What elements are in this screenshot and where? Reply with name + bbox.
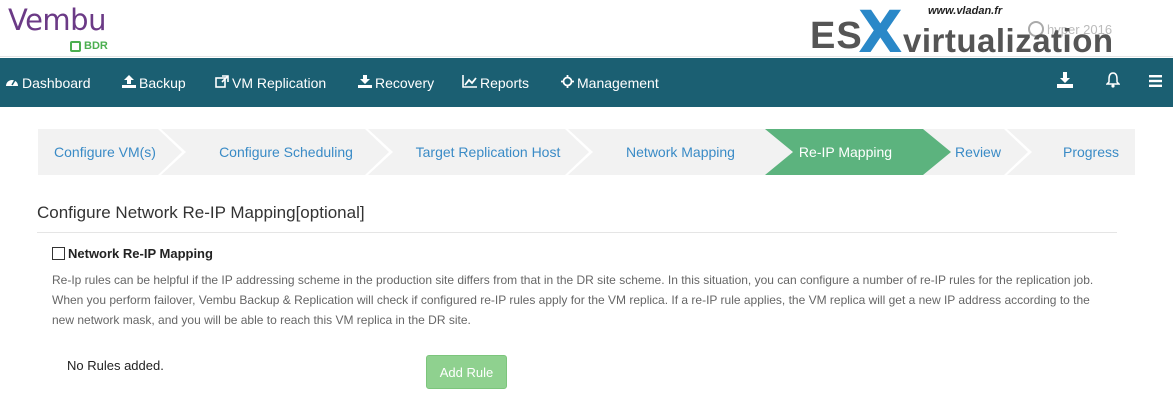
- management-icon: [561, 74, 574, 91]
- nav-dashboard[interactable]: Dashboard: [5, 58, 91, 107]
- replication-icon: [215, 74, 229, 91]
- nav-backup[interactable]: Backup: [122, 58, 186, 107]
- chart-icon: [462, 74, 477, 91]
- re-ip-description: Re-Ip rules can be helpful if the IP add…: [52, 273, 1094, 327]
- nav-vm-replication[interactable]: VM Replication: [215, 58, 326, 107]
- nav-label: Backup: [139, 74, 186, 91]
- nav-label: Dashboard: [22, 74, 91, 91]
- watermark-url: www.vladan.fr: [928, 5, 1003, 17]
- step-re-ip-mapping[interactable]: Re-IP Mapping: [778, 129, 913, 175]
- watermark-x: X: [858, 0, 903, 66]
- menu-icon[interactable]: [1149, 74, 1162, 92]
- checkbox-label: Network Re-IP Mapping: [68, 246, 213, 261]
- nav-label: VM Replication: [232, 74, 327, 91]
- nav-management[interactable]: Management: [561, 58, 659, 107]
- step-progress[interactable]: Progress: [1033, 129, 1149, 175]
- upload-icon: [122, 74, 136, 91]
- step-review[interactable]: Review: [933, 129, 1023, 175]
- main-nav: Dashboard Backup VM Replication Recovery…: [0, 58, 1173, 107]
- download-icon: [358, 74, 372, 91]
- bell-icon[interactable]: [1105, 72, 1121, 93]
- no-rules-message: No Rules added.: [67, 358, 164, 373]
- vembu-logo[interactable]: Vembu BDR: [8, 3, 108, 52]
- watermark-virtualization: virtualization: [903, 22, 1114, 59]
- step-network-mapping[interactable]: Network Mapping: [593, 129, 768, 175]
- download-icon[interactable]: [1057, 72, 1073, 93]
- step-target-replication-host[interactable]: Target Replication Host: [393, 129, 583, 175]
- watermark-es: ES: [810, 15, 863, 57]
- logo-name: Vembu: [8, 3, 106, 37]
- nav-label: Management: [577, 74, 659, 91]
- app-header: Vembu BDR hyper 2016 www.vladan.fr ES X …: [0, 0, 1173, 66]
- wizard-steps: Configure VM(s) Configure Scheduling Tar…: [38, 129, 1135, 175]
- re-ip-mapping-option[interactable]: Network Re-IP Mapping: [52, 246, 213, 261]
- section-title: Configure Network Re-IP Mapping[optional…: [37, 203, 365, 222]
- nav-label: Recovery: [375, 74, 435, 91]
- nav-label: Reports: [480, 74, 530, 91]
- step-configure-vms[interactable]: Configure VM(s): [38, 129, 172, 175]
- re-ip-mapping-checkbox[interactable]: [52, 247, 65, 260]
- esx-watermark: hyper 2016 www.vladan.fr ES X virtualiza…: [808, 0, 1173, 66]
- nav-reports[interactable]: Reports: [462, 58, 529, 107]
- nav-recovery[interactable]: Recovery: [358, 58, 434, 107]
- logo-sub-label: BDR: [84, 40, 108, 52]
- step-configure-scheduling[interactable]: Configure Scheduling: [186, 129, 386, 175]
- add-rule-button[interactable]: Add Rule: [426, 355, 507, 389]
- dashboard-icon: [5, 75, 19, 90]
- logo-sub: BDR: [70, 40, 108, 52]
- bdr-icon: [70, 40, 81, 52]
- section-divider: [37, 232, 1117, 233]
